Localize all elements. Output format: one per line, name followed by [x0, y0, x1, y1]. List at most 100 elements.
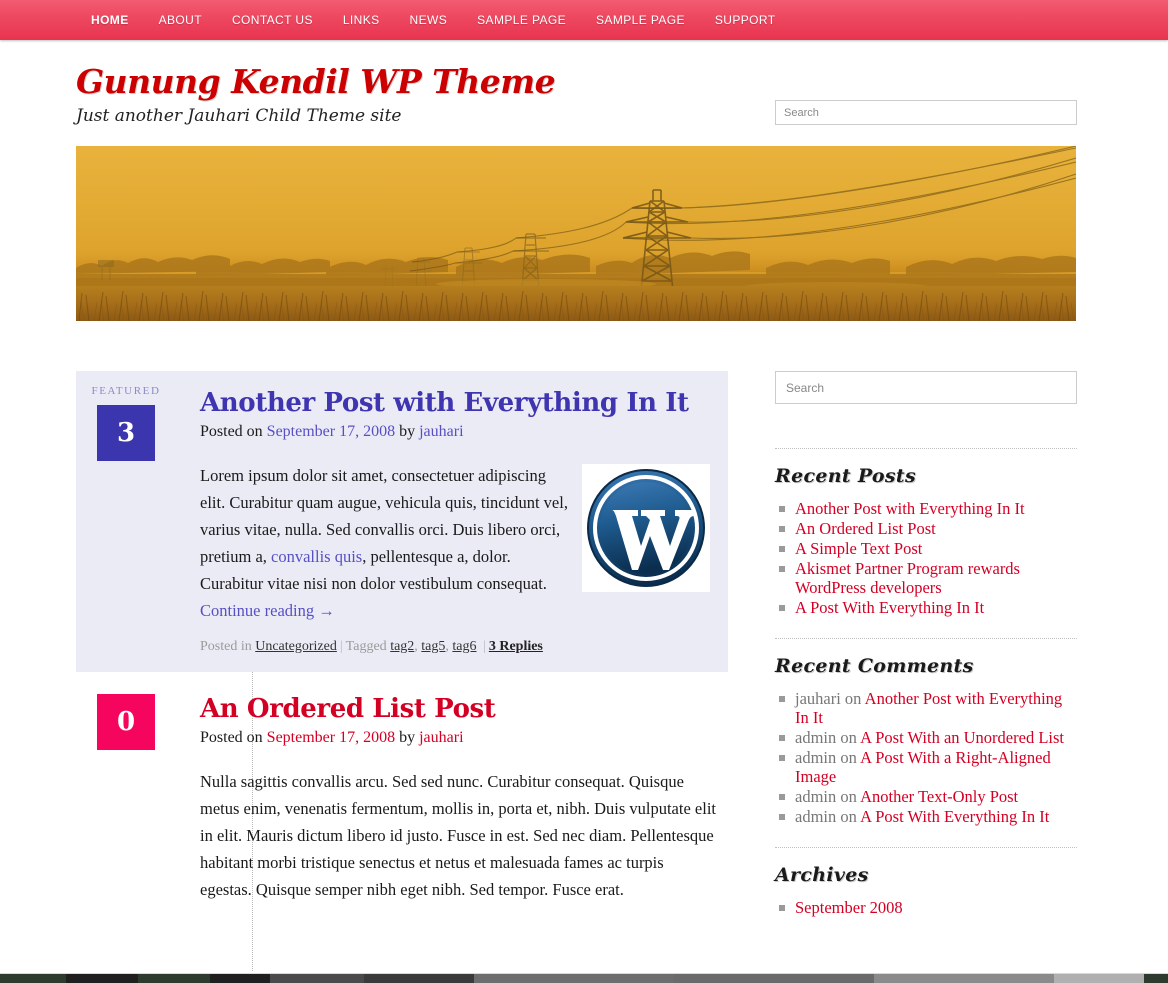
- list-item: September 2008: [775, 898, 1077, 917]
- widget-title: Recent Posts: [775, 465, 916, 487]
- post-date-link[interactable]: September 17, 2008: [267, 729, 395, 746]
- tagged-label: Tagged: [345, 639, 391, 654]
- continue-reading-link[interactable]: Continue reading →: [200, 601, 335, 620]
- post-entry: Another Post with Everything In It Poste…: [176, 371, 728, 672]
- list-item: A Simple Text Post: [775, 539, 1077, 558]
- widget-link[interactable]: September 2008: [795, 898, 903, 917]
- taskbar-segment[interactable]: [210, 974, 270, 983]
- list-item: admin on A Post With a Right-Aligned Ima…: [775, 748, 1077, 786]
- widget-divider: [775, 638, 1077, 639]
- post-meta-top: Posted on September 17, 2008 by jauhari: [200, 422, 718, 442]
- nav-item[interactable]: SAMPLE PAGE: [462, 1, 581, 39]
- tag-link-tag2[interactable]: tag2: [390, 639, 414, 654]
- post-title-text: Another Post with Everything In It: [200, 388, 689, 418]
- comment-count-box[interactable]: 0: [97, 694, 155, 750]
- sidebar-search-form[interactable]: [775, 371, 1077, 404]
- nav-link-contact-us-2[interactable]: CONTACT US: [217, 1, 328, 39]
- nav-link-sample-page-5[interactable]: SAMPLE PAGE: [462, 1, 581, 39]
- widget-link[interactable]: A Post With Everything In It: [860, 807, 1049, 826]
- taskbar-segment[interactable]: [874, 974, 1054, 983]
- taskbar-segment[interactable]: [1054, 974, 1144, 983]
- nav-item[interactable]: SAMPLE PAGE: [581, 1, 700, 39]
- post-footer-meta: Posted in Uncategorized | Tagged tag2, tag…: [200, 624, 718, 672]
- nav-item[interactable]: ABOUT: [144, 1, 217, 39]
- list-item: admin on A Post With Everything In It: [775, 807, 1077, 826]
- widget-recent-comments: Recent Comments jauhari on Another Post w…: [775, 618, 1077, 826]
- replies-link[interactable]: 3 Replies: [489, 639, 543, 654]
- post-article: 0 An Ordered List Post Posted on Septemb…: [76, 686, 728, 903]
- taskbar-segment[interactable]: [0, 974, 66, 983]
- widget-divider: [775, 448, 1077, 449]
- post-author-link[interactable]: jauhari: [419, 423, 463, 440]
- tag-link-tag5[interactable]: tag5: [421, 639, 445, 654]
- sidebar: Recent Posts Another Post with Everything…: [775, 371, 1077, 918]
- post-article-featured: FEATURED 3 Another Post with Everything …: [76, 371, 728, 672]
- widget-archives: Archives September 2008: [775, 827, 1077, 917]
- nav-link-support-7[interactable]: SUPPORT: [700, 1, 791, 39]
- tag-link-tag6[interactable]: tag6: [452, 639, 476, 654]
- post-author-link[interactable]: jauhari: [419, 729, 463, 746]
- widget-title: Recent Comments: [775, 655, 974, 677]
- post-meta-top: Posted on September 17, 2008 by jauhari: [200, 728, 718, 748]
- header-banner-image: [76, 146, 1076, 321]
- site-title-text: Gunung Kendil WP Theme: [76, 62, 556, 101]
- by-label: by: [395, 423, 420, 440]
- posted-on-label: Posted on: [200, 729, 267, 746]
- taskbar-segment[interactable]: [138, 974, 210, 983]
- nav-link-news-4[interactable]: NEWS: [395, 1, 463, 39]
- widget-link[interactable]: Akismet Partner Program rewards WordPres…: [795, 559, 1020, 597]
- widget-link[interactable]: Another Text-Only Post: [860, 787, 1018, 806]
- widget-link[interactable]: An Ordered List Post: [795, 519, 936, 538]
- comment-author-label: jauhari on: [795, 689, 865, 708]
- post-entry: An Ordered List Post Posted on September…: [176, 686, 728, 903]
- taskbar-segment[interactable]: [364, 974, 474, 983]
- nav-link-about-1[interactable]: ABOUT: [144, 1, 217, 39]
- widget-link[interactable]: A Post With an Unordered List: [860, 728, 1064, 747]
- widget-list: Another Post with Everything In It An Ord…: [775, 499, 1077, 617]
- header-search-input[interactable]: [775, 100, 1077, 125]
- widget-list: jauhari on Another Post with Everything …: [775, 689, 1077, 826]
- os-taskbar-sliver[interactable]: [0, 973, 1168, 983]
- taskbar-segment[interactable]: [66, 974, 138, 983]
- post-title[interactable]: Another Post with Everything In It: [200, 388, 718, 418]
- posts-column: FEATURED 3 Another Post with Everything …: [76, 371, 728, 971]
- taskbar-segment[interactable]: [1144, 974, 1168, 983]
- banner-illustration: [76, 146, 1076, 321]
- post-date-column: 0: [76, 686, 176, 903]
- nav-link-links-3[interactable]: LINKS: [328, 1, 395, 39]
- nav-item[interactable]: NEWS: [395, 1, 463, 39]
- comment-author-label: admin on: [795, 807, 861, 826]
- post-excerpt-paragraph: Nulla sagittis convallis arcu. Sed sed n…: [200, 772, 716, 899]
- comment-author-label: admin on: [795, 728, 861, 747]
- tag-list: tag2, tag5, tag6: [390, 639, 480, 654]
- widget-link[interactable]: Another Post with Everything In It: [795, 499, 1025, 518]
- excerpt-inline-link[interactable]: convallis quis: [271, 547, 362, 566]
- widget-link[interactable]: A Simple Text Post: [795, 539, 922, 558]
- sidebar-search-input[interactable]: [775, 371, 1077, 404]
- nav-link-home-0[interactable]: HOME: [76, 1, 144, 39]
- comment-count-box[interactable]: 3: [97, 405, 155, 461]
- taskbar-segment[interactable]: [270, 974, 364, 983]
- widget-link[interactable]: A Post With Everything In It: [795, 598, 984, 617]
- post-title-text: An Ordered List Post: [200, 694, 496, 724]
- header-search-form[interactable]: [775, 100, 1077, 125]
- nav-item[interactable]: LINKS: [328, 1, 395, 39]
- post-date-column: FEATURED 3: [76, 371, 176, 672]
- nav-item[interactable]: HOME: [76, 1, 144, 39]
- taskbar-segment[interactable]: [674, 974, 874, 983]
- nav-link-sample-page-6[interactable]: SAMPLE PAGE: [581, 1, 700, 39]
- taskbar-segment[interactable]: [474, 974, 674, 983]
- site-title[interactable]: Gunung Kendil WP Theme: [76, 62, 1168, 102]
- widget-recent-posts: Recent Posts Another Post with Everything…: [775, 428, 1077, 617]
- nav-item[interactable]: CONTACT US: [217, 1, 328, 39]
- post-title[interactable]: An Ordered List Post: [200, 694, 718, 724]
- meta-separator-2: |: [483, 639, 486, 654]
- widget-area: Recent Posts Another Post with Everything…: [775, 428, 1077, 917]
- list-item: Akismet Partner Program rewards WordPres…: [775, 559, 1077, 597]
- comment-author-label: admin on: [795, 787, 861, 806]
- category-link[interactable]: Uncategorized: [255, 639, 337, 654]
- post-date-link[interactable]: September 17, 2008: [267, 423, 395, 440]
- post-excerpt: Nulla sagittis convallis arcu. Sed sed n…: [200, 768, 718, 903]
- nav-item[interactable]: SUPPORT: [700, 1, 791, 39]
- widget-list: September 2008: [775, 898, 1077, 917]
